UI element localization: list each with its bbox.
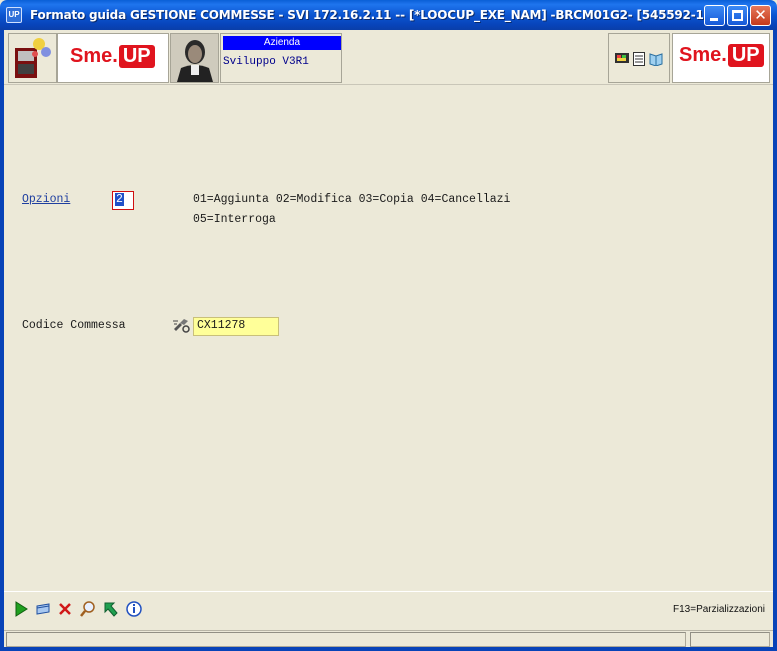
opzioni-value: 2 [115, 193, 124, 206]
window-frame-right [773, 30, 777, 651]
quick-icons-panel [608, 33, 670, 83]
avatar-photo-icon [171, 34, 218, 82]
close-icon: ✕ [754, 6, 767, 24]
codice-commessa-input[interactable]: CX11278 [193, 317, 279, 336]
cancel-icon[interactable] [56, 600, 74, 618]
opzioni-input[interactable]: 2 [112, 191, 134, 210]
monitor-icon[interactable] [615, 53, 629, 65]
maximize-icon [732, 10, 743, 21]
user-station-icon [15, 38, 51, 78]
logo-sme-text: Sme. [679, 44, 727, 66]
opzioni-help-line1: 01=Aggiunta 02=Modifica 03=Copia 04=Canc… [193, 193, 511, 206]
info-icon[interactable] [125, 600, 143, 618]
smeup-logo-left: Sme. UP [57, 33, 169, 83]
logo-sme-text: Sme. [70, 45, 118, 67]
smeup-logo-right: Sme. UP [672, 33, 770, 83]
document-icon[interactable] [633, 52, 645, 66]
opzioni-label[interactable]: Opzioni [22, 193, 70, 206]
back-arrow-icon[interactable] [102, 600, 120, 618]
form-area: Opzioni 2 01=Aggiunta 02=Modifica 03=Cop… [4, 86, 773, 591]
status-panel-side [690, 632, 770, 647]
app-icon[interactable]: UP [6, 7, 22, 23]
window-title: Formato guida GESTIONE COMMESSE - SVI 17… [30, 8, 722, 22]
play-icon[interactable] [12, 600, 30, 618]
f13-shortcut[interactable]: F13=Parzializzazioni [673, 604, 765, 615]
status-panel-main [6, 632, 686, 647]
logo-up-text: UP [727, 44, 764, 67]
minimize-icon [710, 18, 718, 21]
header-toolbar: Sme. UP Azienda Sviluppo V3R1 Sme. UP [4, 30, 773, 85]
book-icon[interactable] [649, 52, 663, 66]
lookup-icon[interactable] [172, 317, 190, 333]
window-frame-bottom [0, 647, 777, 651]
minimize-button[interactable] [704, 5, 725, 26]
azienda-panel: Azienda Sviluppo V3R1 [220, 33, 342, 83]
logo-up-text: UP [118, 45, 155, 68]
status-bar [4, 630, 773, 647]
azienda-label: Azienda [223, 36, 341, 50]
app-menu-button[interactable] [8, 33, 57, 83]
codice-commessa-label: Codice Commessa [22, 319, 126, 332]
maximize-button[interactable] [727, 5, 748, 26]
search-icon[interactable] [79, 600, 97, 618]
opzioni-help-line2: 05=Interroga [193, 213, 276, 226]
window-icon[interactable] [34, 600, 52, 618]
user-avatar[interactable] [170, 33, 219, 83]
azienda-value: Sviluppo V3R1 [223, 56, 309, 68]
title-bar: UP Formato guida GESTIONE COMMESSE - SVI… [0, 0, 777, 30]
close-button[interactable]: ✕ [750, 5, 771, 26]
action-bar: F13=Parzializzazioni [4, 591, 773, 629]
